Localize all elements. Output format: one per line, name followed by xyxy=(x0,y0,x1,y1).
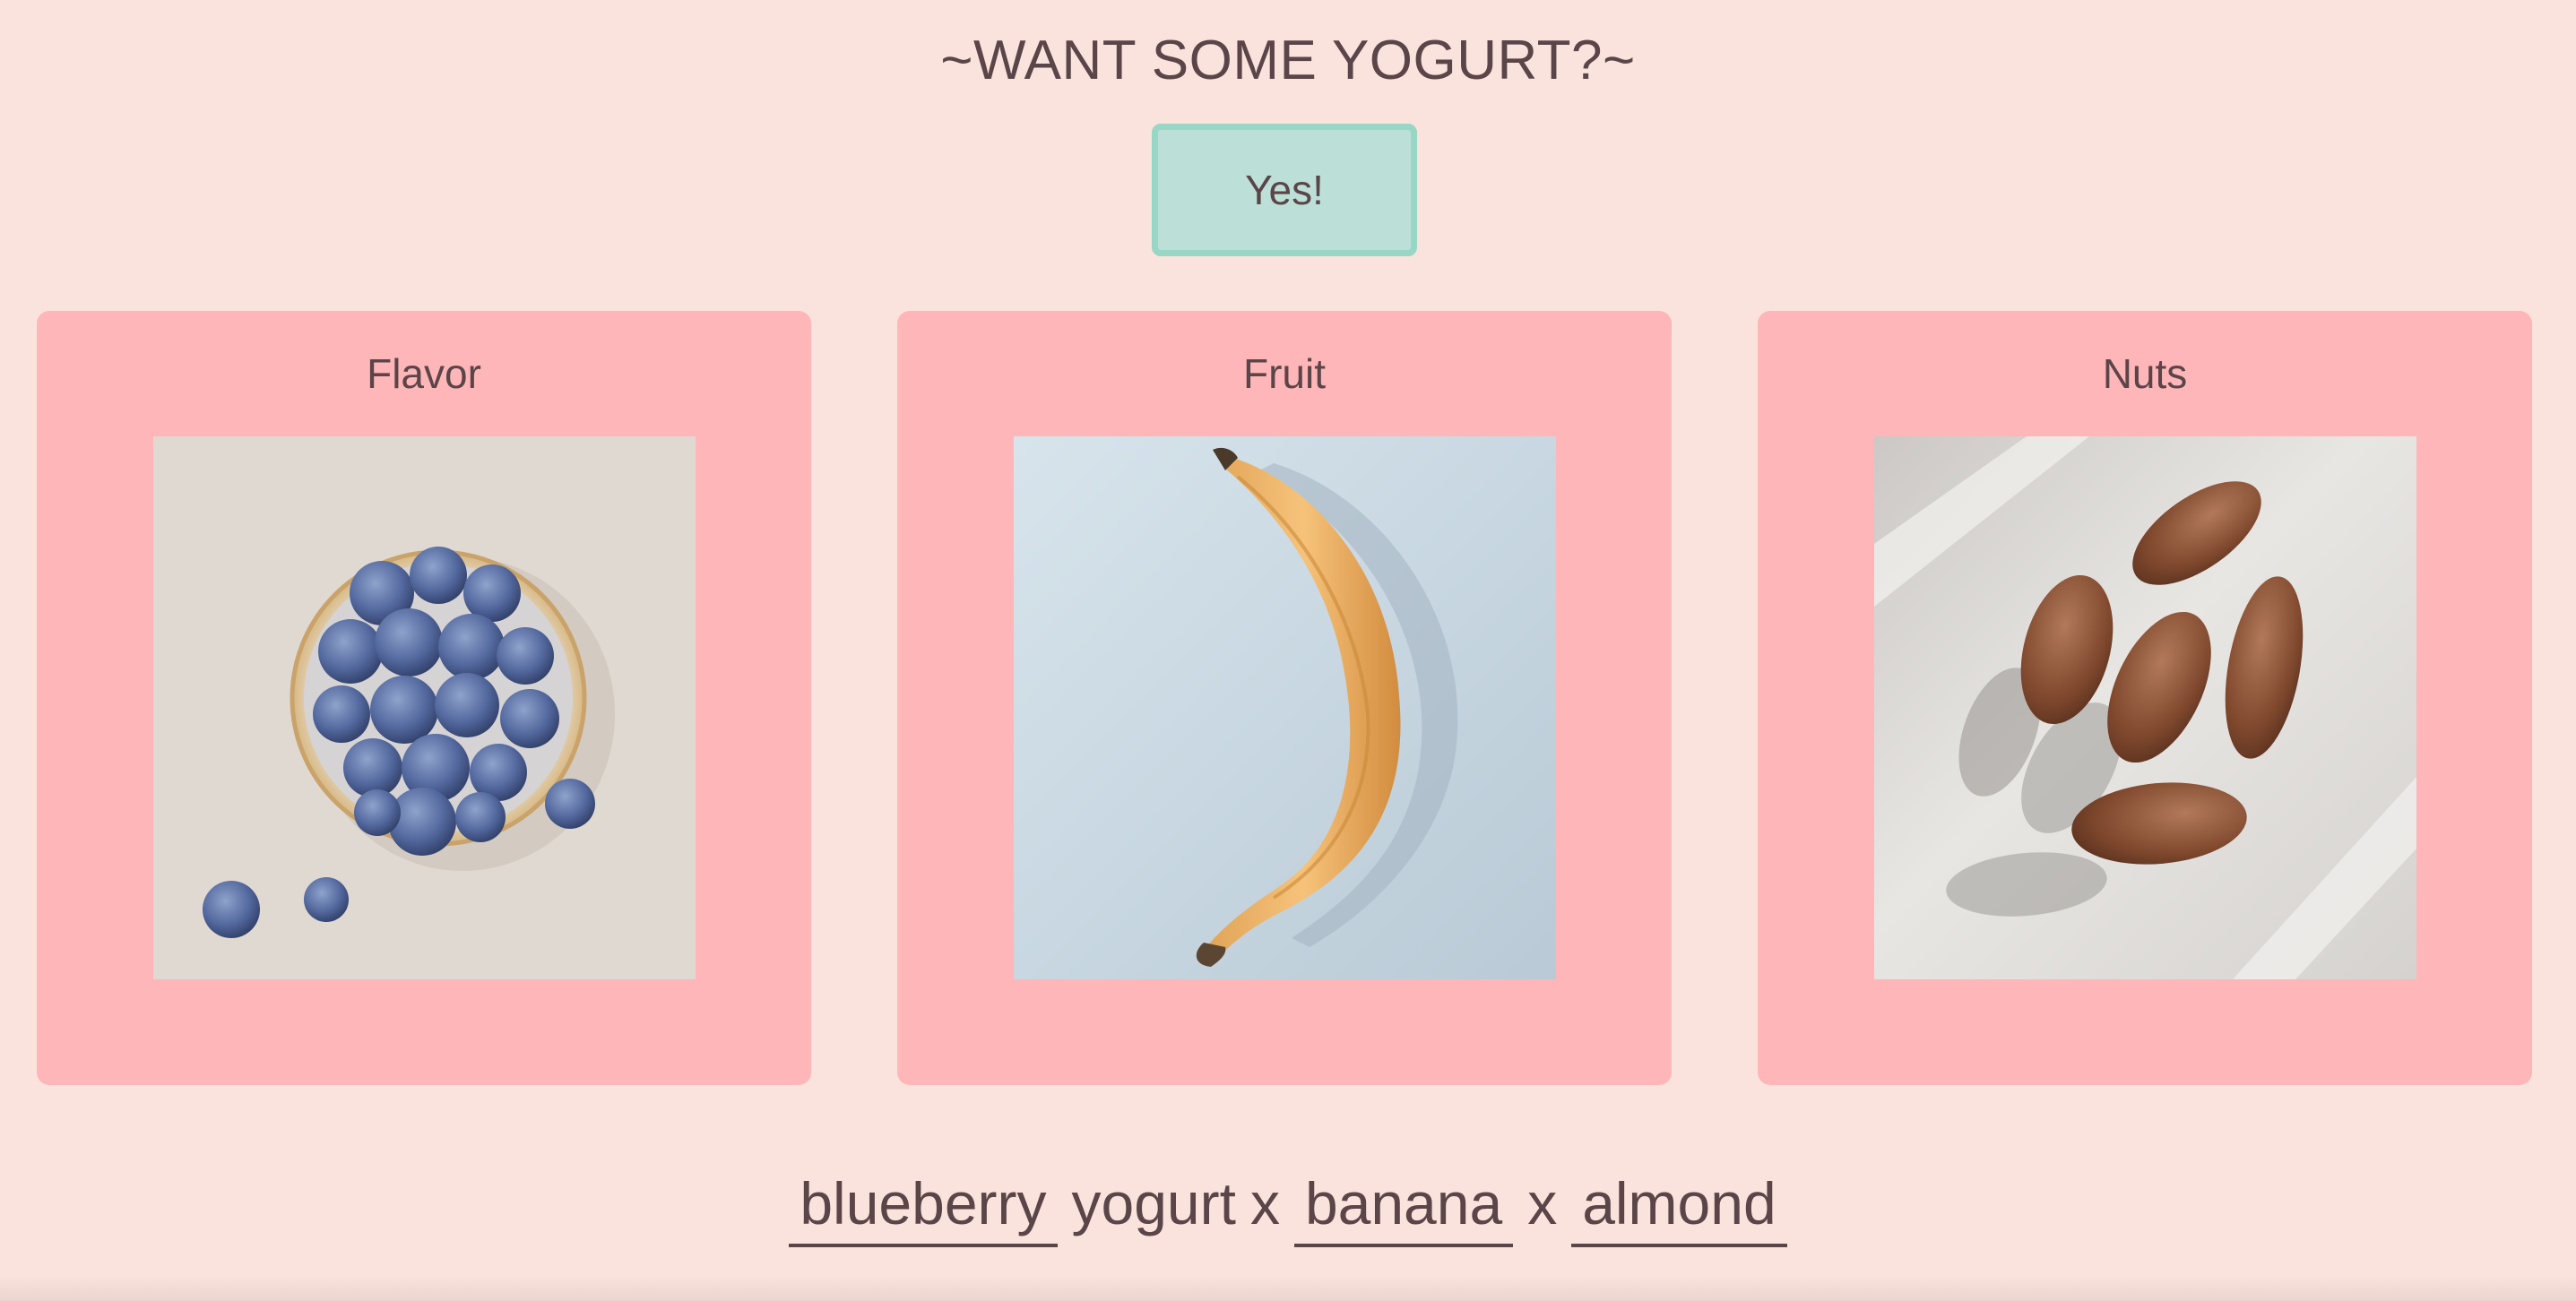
separator-x: x xyxy=(1249,1170,1280,1236)
flavor-choice[interactable]: blueberry xyxy=(789,1167,1058,1247)
fruit-choice[interactable]: banana xyxy=(1293,1167,1514,1247)
flavor-image[interactable] xyxy=(153,436,696,979)
flavor-card-label: Flavor xyxy=(367,350,481,397)
yogurt-sentence: blueberry yogurt x banana x almond xyxy=(0,1167,2576,1247)
yogurt-word: yogurt xyxy=(1071,1170,1236,1236)
almonds-image xyxy=(1874,436,2416,979)
separator-x: x xyxy=(1527,1170,1558,1236)
nut-choice[interactable]: almond xyxy=(1571,1167,1787,1247)
fruit-image[interactable] xyxy=(1014,436,1556,979)
nuts-card-label: Nuts xyxy=(2102,350,2188,397)
nuts-image[interactable] xyxy=(1874,436,2416,979)
flavor-card: Flavor xyxy=(37,311,811,1085)
yes-button[interactable]: Yes! xyxy=(1152,124,1417,256)
fruit-card-label: Fruit xyxy=(1243,350,1326,397)
banana-image xyxy=(1014,436,1556,979)
page-title: ~WANT SOME YOGURT?~ xyxy=(940,30,1636,91)
fruit-card: Fruit xyxy=(897,311,1672,1085)
nuts-card: Nuts xyxy=(1758,311,2532,1085)
bottom-shadow xyxy=(0,1276,2576,1301)
blueberries-image xyxy=(153,436,696,979)
